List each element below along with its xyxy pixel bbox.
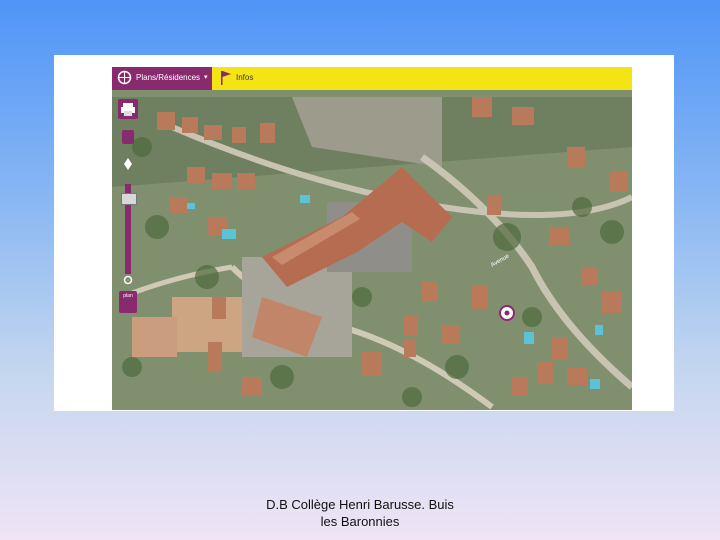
compass-icon (117, 70, 132, 85)
printer-icon (121, 103, 135, 116)
chevron-down-icon: ▾ (204, 74, 208, 81)
caption-line-1: D.B Collège Henri Barusse. Buis (266, 497, 454, 512)
layer-menu-label: Plans/Résidences (136, 73, 201, 82)
map-toolbar: Plans/Résidences ▾ Infos (112, 67, 632, 90)
flag-icon[interactable] (220, 70, 232, 86)
layer-menu-button[interactable]: Plans/Résidences ▾ (112, 67, 212, 90)
aerial-photo[interactable]: Avenue (112, 67, 632, 410)
info-flag-label[interactable]: Infos (236, 73, 253, 83)
zoom-slider-handle[interactable] (121, 193, 137, 205)
navigation-icon[interactable] (121, 157, 135, 171)
printer-button[interactable] (118, 99, 138, 119)
layer-toggle-button[interactable]: plan (119, 291, 137, 313)
aerial-map-viewer[interactable]: Avenue Plans/Résidences ▾ Infos plan (112, 67, 632, 410)
caption-line-2: les Baronnies (320, 514, 400, 529)
slide-caption: D.B Collège Henri Barusse. Buis les Baro… (230, 496, 490, 530)
zoom-out-icon[interactable] (122, 275, 134, 285)
zoom-icon[interactable] (122, 130, 134, 144)
